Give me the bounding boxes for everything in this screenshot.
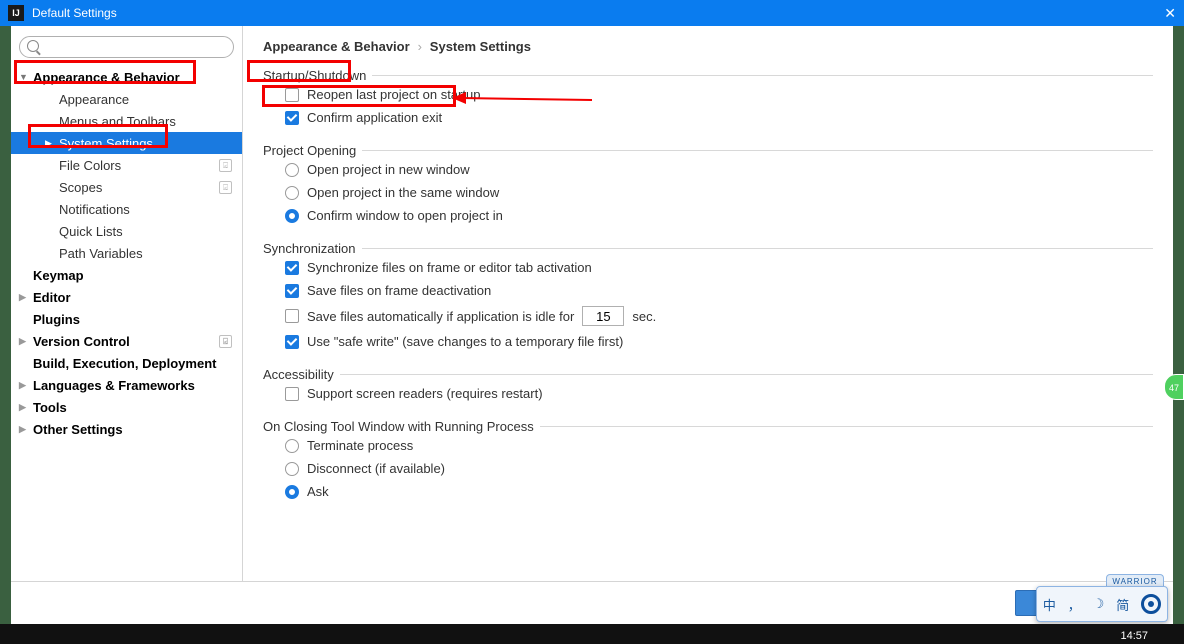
scope-badge-icon: ⍃ <box>219 335 232 348</box>
radio-icon[interactable] <box>285 209 299 223</box>
section-synchronization: Synchronization <box>263 241 1153 256</box>
tree-other-settings[interactable]: ▶Other Settings <box>11 418 242 440</box>
section-startup: Startup/Shutdown <box>263 68 1153 83</box>
ime-ring-icon[interactable] <box>1141 594 1161 614</box>
caret-right-icon: ▶ <box>19 402 29 413</box>
caret-right-icon: ▶ <box>19 424 29 435</box>
content-panel: Appearance & Behavior › System Settings … <box>243 26 1173 581</box>
tree-editor[interactable]: ▶Editor <box>11 286 242 308</box>
ime-zhong[interactable]: 中 <box>1043 595 1056 614</box>
tree-notifications[interactable]: Notifications <box>11 198 242 220</box>
checkbox-icon[interactable] <box>285 284 299 298</box>
radio-icon[interactable] <box>285 485 299 499</box>
caret-right-icon: ▶ <box>19 292 29 303</box>
ime-toolbar[interactable]: 中 ， ☽ 简 <box>1036 586 1168 622</box>
idle-seconds-input[interactable] <box>582 306 624 326</box>
sidebar: ▼Appearance & Behavior Appearance Menus … <box>11 26 243 581</box>
checkbox-icon[interactable] <box>285 88 299 102</box>
opt-open-new-window[interactable]: Open project in new window <box>263 158 1153 181</box>
taskbar[interactable] <box>0 624 1184 644</box>
tree-build[interactable]: Build, Execution, Deployment <box>11 352 242 374</box>
breadcrumb-parent: Appearance & Behavior <box>263 39 410 54</box>
section-closing-tool-window: On Closing Tool Window with Running Proc… <box>263 419 1153 434</box>
checkbox-icon[interactable] <box>285 387 299 401</box>
opt-open-same-window[interactable]: Open project in the same window <box>263 181 1153 204</box>
opt-confirm-exit[interactable]: Confirm application exit <box>263 106 1153 129</box>
checkbox-icon[interactable] <box>285 111 299 125</box>
checkbox-icon[interactable] <box>285 261 299 275</box>
tree-path-variables[interactable]: Path Variables <box>11 242 242 264</box>
tree-languages[interactable]: ▶Languages & Frameworks <box>11 374 242 396</box>
radio-icon[interactable] <box>285 439 299 453</box>
tree-keymap[interactable]: Keymap <box>11 264 242 286</box>
caret-down-icon: ▼ <box>19 72 29 82</box>
opt-screen-readers[interactable]: Support screen readers (requires restart… <box>263 382 1153 405</box>
caret-right-icon: ▶ <box>45 138 55 149</box>
tree-system-settings[interactable]: ▶System Settings <box>11 132 242 154</box>
scope-badge-icon: ⍃ <box>219 181 232 194</box>
checkbox-icon[interactable] <box>285 309 299 323</box>
search-icon <box>27 40 39 52</box>
caret-right-icon: ▶ <box>19 336 29 347</box>
breadcrumb-sep-icon: › <box>418 39 422 54</box>
opt-save-deactivation[interactable]: Save files on frame deactivation <box>263 279 1153 302</box>
tree-tools[interactable]: ▶Tools <box>11 396 242 418</box>
settings-dialog: ▼Appearance & Behavior Appearance Menus … <box>11 26 1173 624</box>
search-wrap <box>11 34 242 66</box>
tree-version-control[interactable]: ▶Version Control⍃ <box>11 330 242 352</box>
scope-badge-icon: ⍃ <box>219 159 232 172</box>
opt-reopen-last[interactable]: Reopen last project on startup <box>263 83 1153 106</box>
opt-terminate[interactable]: Terminate process <box>263 434 1153 457</box>
close-icon[interactable]: ✕ <box>1164 5 1176 22</box>
window-title: Default Settings <box>32 6 117 20</box>
title-bar: IJ Default Settings ✕ <box>0 0 1184 26</box>
radio-icon[interactable] <box>285 462 299 476</box>
opt-confirm-window[interactable]: Confirm window to open project in <box>263 204 1153 227</box>
opt-safe-write[interactable]: Use "safe write" (save changes to a temp… <box>263 330 1153 353</box>
checkbox-icon[interactable] <box>285 335 299 349</box>
side-bubble[interactable]: 47 <box>1164 374 1184 400</box>
tree-menus-toolbars[interactable]: Menus and Toolbars <box>11 110 242 132</box>
tree-scopes[interactable]: Scopes⍃ <box>11 176 242 198</box>
breadcrumb-current: System Settings <box>430 39 531 54</box>
ime-moon-icon[interactable]: ☽ <box>1093 596 1105 612</box>
search-input[interactable] <box>19 36 234 58</box>
tree-appearance-behavior[interactable]: ▼Appearance & Behavior <box>11 66 242 88</box>
section-accessibility: Accessibility <box>263 367 1153 382</box>
ime-comma[interactable]: ， <box>1068 595 1081 614</box>
taskbar-clock: 14:57 <box>1120 630 1148 642</box>
caret-right-icon: ▶ <box>19 380 29 391</box>
tree-plugins[interactable]: Plugins <box>11 308 242 330</box>
opt-ask[interactable]: Ask <box>263 480 1153 503</box>
tree-file-colors[interactable]: File Colors⍃ <box>11 154 242 176</box>
radio-icon[interactable] <box>285 186 299 200</box>
radio-icon[interactable] <box>285 163 299 177</box>
opt-sync-files[interactable]: Synchronize files on frame or editor tab… <box>263 256 1153 279</box>
dialog-footer: OK Cancel <box>11 581 1173 624</box>
section-project-opening: Project Opening <box>263 143 1153 158</box>
tree-appearance[interactable]: Appearance <box>11 88 242 110</box>
breadcrumb: Appearance & Behavior › System Settings <box>263 38 1153 54</box>
app-icon: IJ <box>8 5 24 21</box>
ime-jian[interactable]: 简 <box>1116 595 1129 614</box>
tree-quick-lists[interactable]: Quick Lists <box>11 220 242 242</box>
opt-disconnect[interactable]: Disconnect (if available) <box>263 457 1153 480</box>
opt-save-idle[interactable]: Save files automatically if application … <box>263 302 1153 330</box>
settings-tree: ▼Appearance & Behavior Appearance Menus … <box>11 66 242 581</box>
